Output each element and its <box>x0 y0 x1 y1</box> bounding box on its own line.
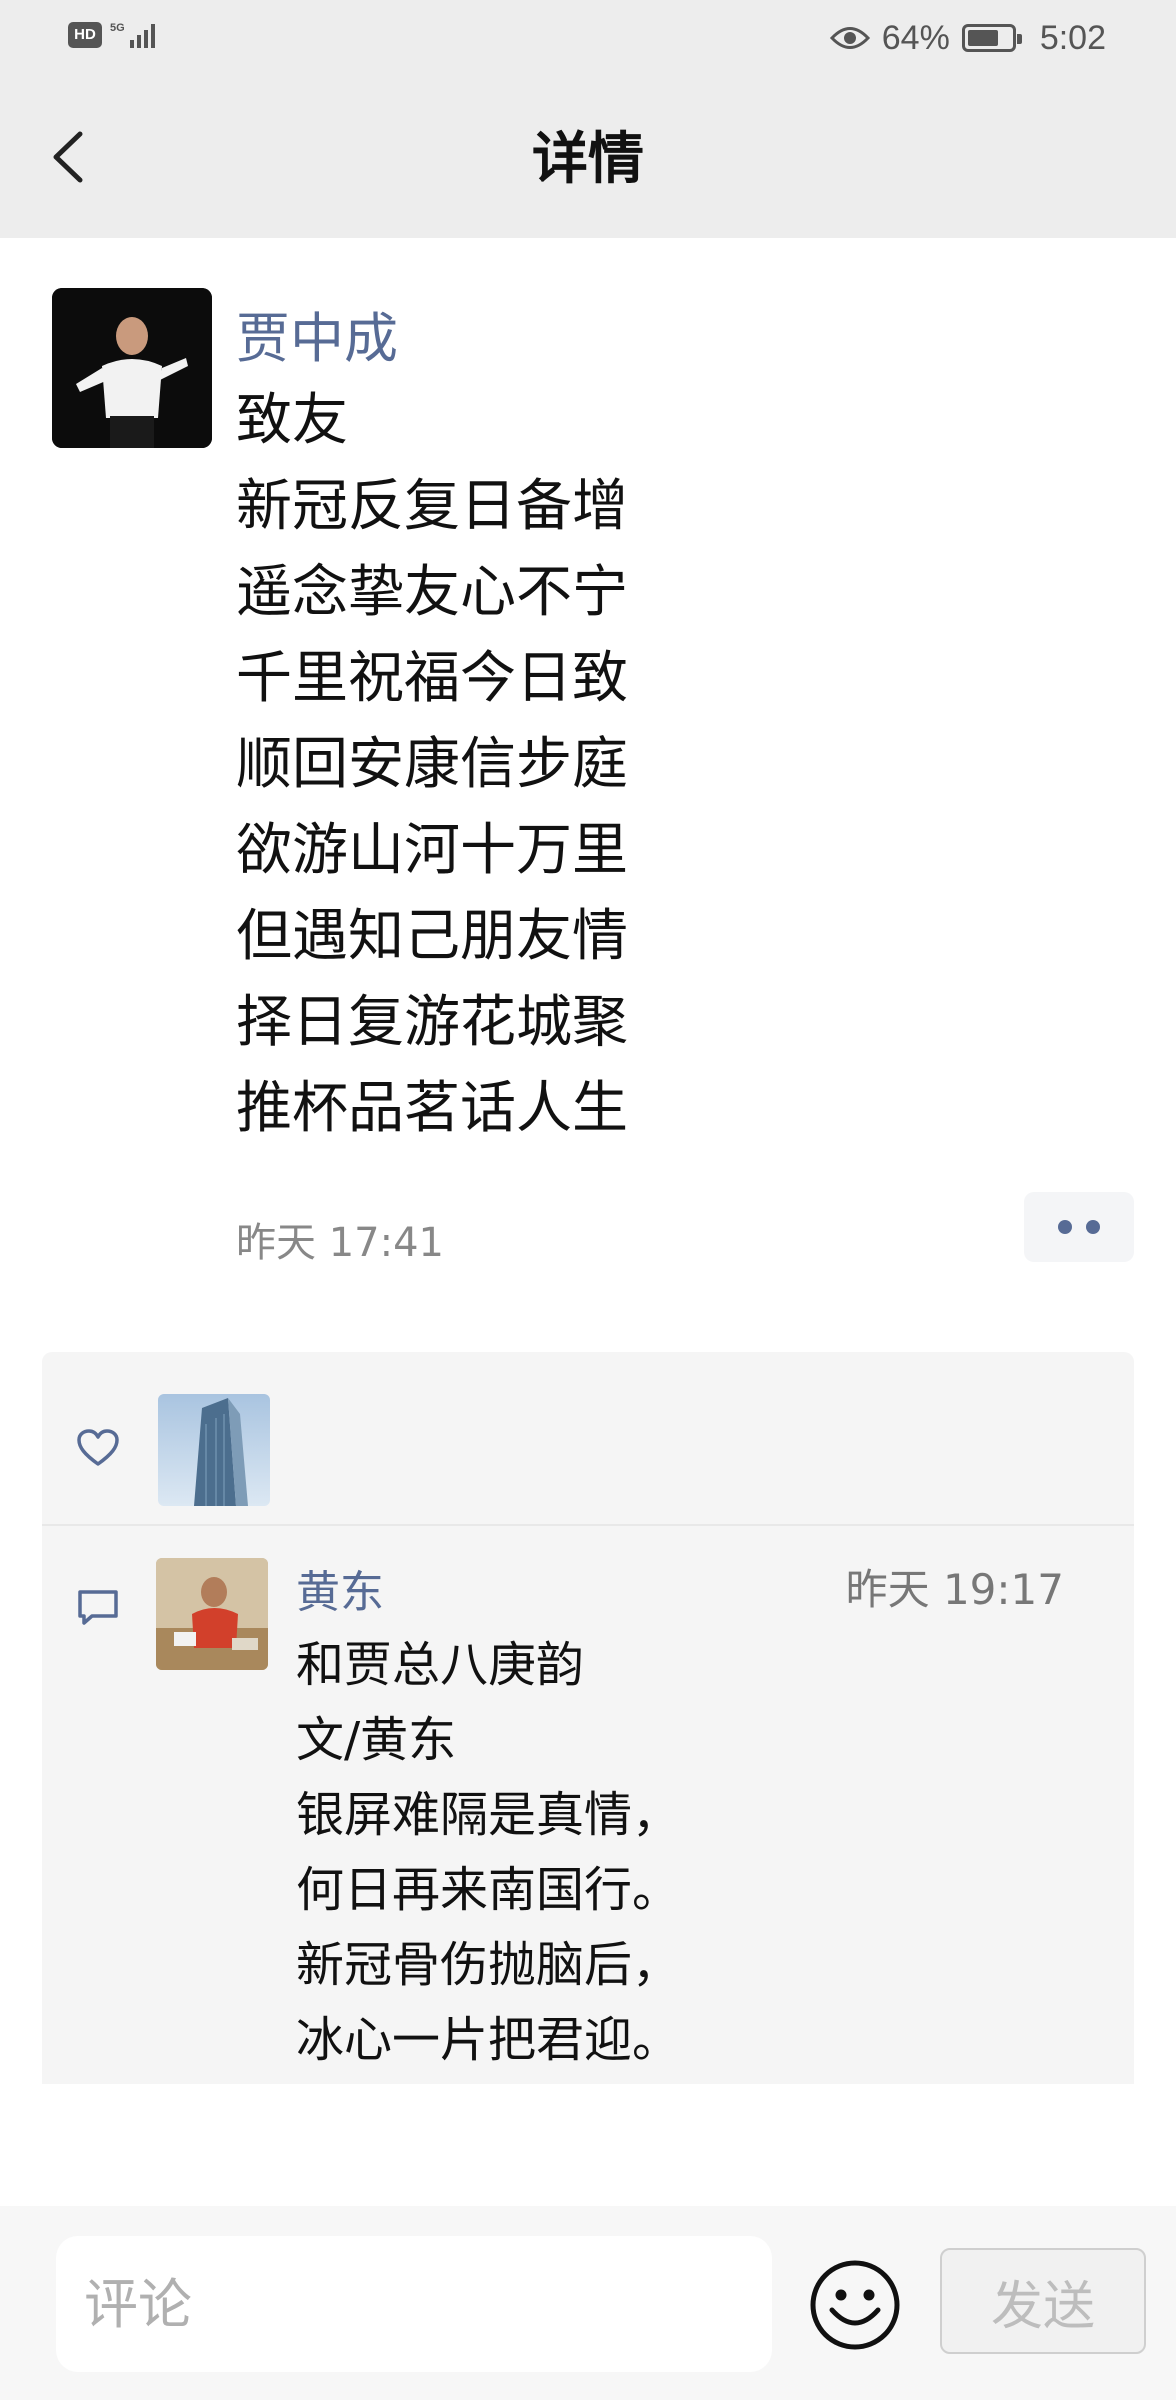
battery-icon <box>961 24 1022 52</box>
person-photo <box>52 288 212 448</box>
comment-line: 冰心一片把君迎。 <box>296 2012 681 2068</box>
comment-input[interactable] <box>56 2236 772 2372</box>
building-photo <box>158 1394 270 1506</box>
comment-timestamp: 昨天 19:17 <box>845 1565 1064 1614</box>
comment-line: 新冠骨伤抛脑后， <box>296 1937 681 1993</box>
clock: 5:02 <box>1039 18 1106 57</box>
post-line: 致友 <box>236 388 348 453</box>
comments-panel: 黄东 昨天 19:17 和贾总八庚韵 文/黄东 银屏难隔是真情， 何日再来南国行… <box>42 1526 1134 2084</box>
post-line: 但遇知己朋友情 <box>236 904 628 969</box>
post-line: 择日复游花城聚 <box>236 990 628 1055</box>
post-content: 致友 新冠反复日备增 遥念挚友心不宁 千里祝福今日致 顺回安康信步庭 欲游山河十… <box>236 378 1036 1152</box>
page-title: 详情 <box>532 127 644 192</box>
smiley-icon <box>810 2260 900 2350</box>
comment-bubble-icon <box>78 1590 118 1625</box>
post-line: 千里祝福今日致 <box>236 646 628 711</box>
heart-icon <box>77 1429 119 1466</box>
comment-bar: 发送 <box>0 2206 1176 2400</box>
more-dots-icon <box>1058 1220 1072 1234</box>
post-line: 顺回安康信步庭 <box>236 732 628 797</box>
nav-bar: 详情 <box>0 80 1176 238</box>
comment-line: 文/黄东 <box>296 1712 457 1768</box>
commenter-name[interactable]: 黄东 <box>296 1556 384 1620</box>
liker-avatar[interactable] <box>158 1394 270 1506</box>
more-dots-icon <box>1086 1220 1100 1234</box>
eye-icon <box>829 27 870 49</box>
comment-line: 和贾总八庚韵 <box>296 1637 585 1693</box>
status-bar: HD 5G 64% 5:02 <box>0 0 1176 80</box>
status-right: 64% 5:02 <box>829 14 1106 62</box>
svg-text:5G: 5G <box>110 22 125 34</box>
send-button[interactable]: 发送 <box>940 2248 1146 2354</box>
post-line: 欲游山河十万里 <box>236 818 628 883</box>
emoji-button[interactable] <box>808 2258 902 2352</box>
comment-content: 和贾总八庚韵 文/黄东 银屏难隔是真情， 何日再来南国行。 新冠骨伤抛脑后， 冰… <box>296 1628 1096 2078</box>
post-line: 遥念挚友心不宁 <box>236 560 628 625</box>
post-line: 新冠反复日备增 <box>236 474 628 539</box>
post-author[interactable]: 贾中成 <box>236 294 398 373</box>
person-photo <box>156 1558 268 1670</box>
likes-panel <box>42 1352 1134 1524</box>
commenter-avatar[interactable] <box>156 1558 268 1670</box>
comment-line: 何日再来南国行。 <box>296 1862 681 1918</box>
author-avatar[interactable] <box>52 288 212 448</box>
post-line: 推杯品茗话人生 <box>236 1076 628 1141</box>
signal-icon: 5G <box>110 22 155 48</box>
more-options-button[interactable] <box>1024 1192 1134 1262</box>
hd-icon: HD <box>68 22 102 48</box>
post-timestamp: 昨天 17:41 <box>236 1220 444 1266</box>
comment-line: 银屏难隔是真情， <box>296 1787 681 1843</box>
battery-percent: 64% <box>881 18 950 57</box>
